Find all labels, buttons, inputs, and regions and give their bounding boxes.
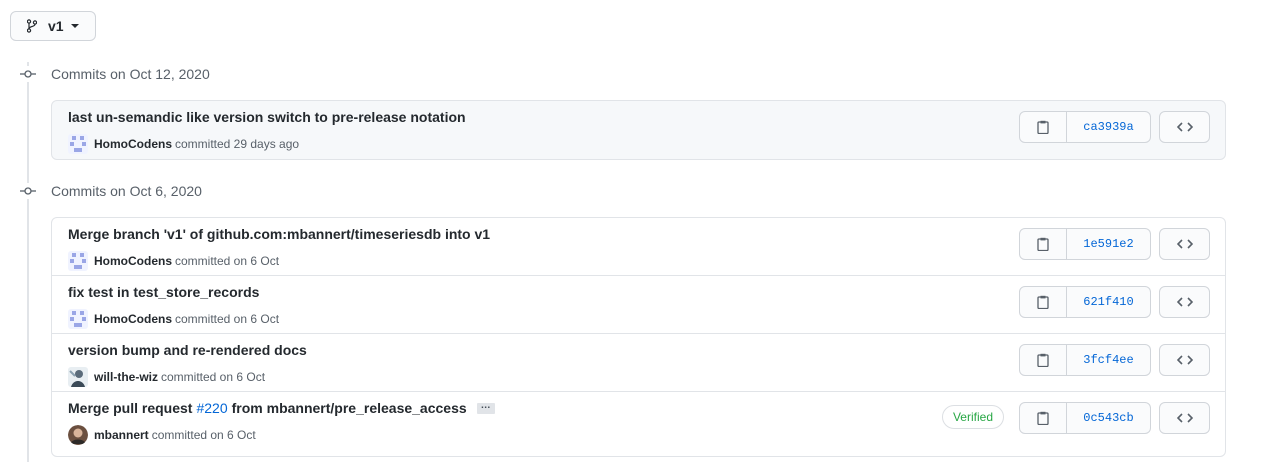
browse-repo-button[interactable] (1159, 286, 1210, 318)
code-icon (1176, 122, 1193, 132)
commit-author[interactable]: HomoCodens (94, 254, 172, 268)
code-icon (1176, 355, 1193, 365)
commit-sha-link[interactable]: ca3939a (1067, 111, 1151, 143)
avatar[interactable] (68, 134, 88, 154)
commit-sha-link[interactable]: 0c543cb (1067, 402, 1151, 434)
copy-sha-button[interactable] (1019, 344, 1067, 376)
copy-sha-button[interactable] (1019, 111, 1067, 143)
git-commit-icon (20, 183, 36, 199)
browse-repo-button[interactable] (1159, 111, 1210, 143)
code-icon (1176, 413, 1193, 423)
commit-message: Merge pull request #220 from mbannert/pr… (68, 400, 495, 416)
commit-sha-link[interactable]: 3fcf4ee (1067, 344, 1151, 376)
chevron-down-icon (70, 24, 79, 28)
commit-date: committed on 6 Oct (151, 428, 256, 442)
avatar[interactable] (68, 367, 88, 387)
commit-row: Merge pull request #220 from mbannert/pr… (52, 392, 1225, 450)
browse-repo-button[interactable] (1159, 402, 1210, 434)
commit-meta: HomoCodens committed 29 days ago (68, 134, 299, 154)
commit-list: last un-semandic like version switch to … (51, 100, 1226, 160)
commit-sha-link[interactable]: 1e591e2 (1067, 228, 1151, 260)
avatar[interactable] (68, 251, 88, 271)
commit-row: fix test in test_store_records HomoCoden… (52, 276, 1225, 334)
expand-message-button[interactable]: … (476, 400, 495, 414)
commit-row: version bump and re-rendered docs will-t… (52, 334, 1225, 392)
commit-date: committed 29 days ago (175, 137, 300, 151)
timeline-line (27, 62, 29, 462)
commit-group-header: Commits on Oct 12, 2020 (20, 66, 210, 82)
commit-actions: 621f410 (1019, 286, 1210, 318)
commit-message[interactable]: version bump and re-rendered docs (68, 342, 307, 358)
commit-group-header: Commits on Oct 6, 2020 (20, 183, 202, 199)
commit-author[interactable]: will-the-wiz (94, 370, 158, 384)
commit-date: committed on 6 Oct (175, 312, 280, 326)
avatar[interactable] (68, 425, 88, 445)
clipboard-icon (1037, 120, 1049, 134)
commit-message[interactable]: last un-semandic like version switch to … (68, 109, 466, 125)
code-icon (1176, 239, 1193, 249)
pull-request-link[interactable]: #220 (196, 400, 227, 416)
commit-actions: 1e591e2 (1019, 228, 1210, 260)
commit-row: Merge branch 'v1' of github.com:mbannert… (52, 218, 1225, 276)
commit-author[interactable]: HomoCodens (94, 312, 172, 326)
copy-sha-button[interactable] (1019, 286, 1067, 318)
commit-group-date: Commits on Oct 12, 2020 (51, 66, 210, 82)
commit-sha-link[interactable]: 621f410 (1067, 286, 1151, 318)
copy-sha-button[interactable] (1019, 228, 1067, 260)
commit-meta: will-the-wiz committed on 6 Oct (68, 367, 265, 387)
verified-badge[interactable]: Verified (941, 405, 1004, 429)
clipboard-icon (1037, 237, 1049, 251)
commit-group-date: Commits on Oct 6, 2020 (51, 183, 202, 199)
commit-author[interactable]: mbannert (94, 428, 149, 442)
commit-actions: ca3939a (1019, 111, 1210, 143)
commit-message[interactable]: Merge branch 'v1' of github.com:mbannert… (68, 226, 490, 242)
commit-message-prefix[interactable]: Merge pull request (68, 400, 192, 416)
branch-selector-button[interactable]: v1 (10, 11, 96, 41)
git-commit-icon (20, 66, 36, 82)
commit-message-suffix[interactable]: from mbannert/pre_release_access (232, 400, 467, 416)
git-branch-icon (27, 18, 41, 34)
commit-row: last un-semandic like version switch to … (52, 101, 1225, 159)
code-icon (1176, 297, 1193, 307)
commit-author[interactable]: HomoCodens (94, 137, 172, 151)
clipboard-icon (1037, 295, 1049, 309)
clipboard-icon (1037, 411, 1049, 425)
commit-meta: HomoCodens committed on 6 Oct (68, 251, 279, 271)
commit-date: committed on 6 Oct (175, 254, 280, 268)
copy-sha-button[interactable] (1019, 402, 1067, 434)
commit-actions: 0c543cb (1019, 402, 1210, 434)
avatar[interactable] (68, 309, 88, 329)
clipboard-icon (1037, 353, 1049, 367)
branch-label: v1 (48, 18, 64, 34)
commit-actions: 3fcf4ee (1019, 344, 1210, 376)
commit-list: Merge branch 'v1' of github.com:mbannert… (51, 217, 1226, 457)
commit-meta: mbannert committed on 6 Oct (68, 425, 256, 445)
browse-repo-button[interactable] (1159, 228, 1210, 260)
commit-date: committed on 6 Oct (161, 370, 266, 384)
commit-message[interactable]: fix test in test_store_records (68, 284, 259, 300)
browse-repo-button[interactable] (1159, 344, 1210, 376)
commit-meta: HomoCodens committed on 6 Oct (68, 309, 279, 329)
